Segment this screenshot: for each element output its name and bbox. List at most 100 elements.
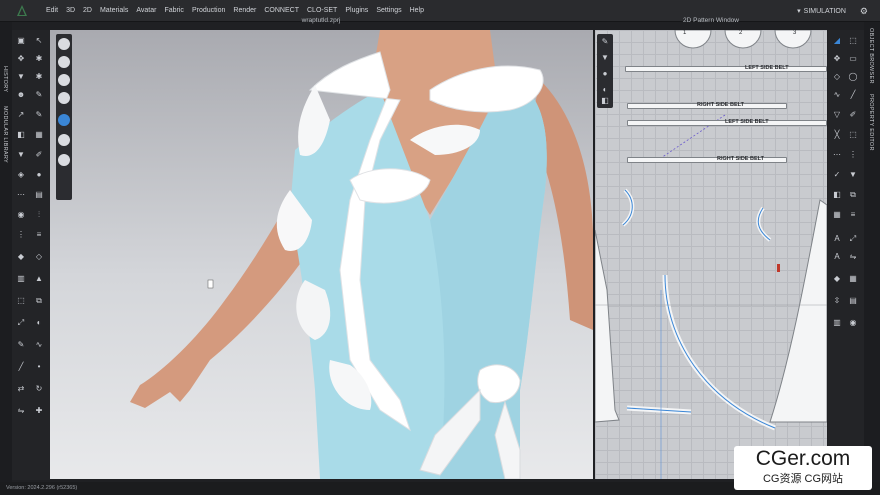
- piece-number: 2: [739, 30, 743, 36]
- piping-icon[interactable]: ≡: [34, 230, 44, 240]
- simulation-mode-dropdown[interactable]: ▾ SIMULATION: [797, 7, 846, 16]
- seam-icon[interactable]: ≡: [848, 210, 858, 220]
- view-icon[interactable]: [58, 56, 70, 68]
- brush-icon[interactable]: ✐: [34, 150, 44, 160]
- pen-view-icon[interactable]: [58, 114, 70, 126]
- grade-icon[interactable]: ▦: [832, 210, 842, 220]
- button-tool-icon[interactable]: ◉: [16, 210, 26, 220]
- sphere-icon[interactable]: ●: [34, 170, 44, 180]
- move-icon[interactable]: ✥: [16, 54, 26, 64]
- measure-icon[interactable]: ⤢: [848, 234, 858, 244]
- fabric-icon[interactable]: ▣: [16, 36, 26, 46]
- trace-icon[interactable]: ⬚: [848, 130, 858, 140]
- chevron-down-icon: ▾: [797, 8, 801, 15]
- fabric-view-icon[interactable]: [58, 92, 70, 104]
- gear-icon[interactable]: ⚙: [860, 6, 868, 17]
- shape-icon[interactable]: ◐: [34, 318, 44, 328]
- edit-icon[interactable]: ✐: [848, 110, 858, 120]
- 3d-viewport[interactable]: [50, 30, 593, 479]
- sphere-view-icon[interactable]: [58, 154, 70, 166]
- trim-icon[interactable]: ◇: [34, 252, 44, 262]
- select-icon[interactable]: ◢: [832, 36, 842, 46]
- button-tool-icon[interactable]: ◉: [848, 318, 858, 328]
- select-icon[interactable]: ↖: [34, 36, 44, 46]
- curve-icon[interactable]: ∿: [832, 90, 842, 100]
- shirt-view-icon[interactable]: ▼: [600, 53, 610, 63]
- line-icon[interactable]: ╱: [16, 362, 26, 372]
- watermark-main: CGer.com: [755, 447, 851, 470]
- symmetry-icon[interactable]: ⇋: [848, 252, 858, 262]
- text-icon[interactable]: A: [832, 252, 842, 262]
- rotate-icon[interactable]: ↻: [34, 384, 44, 394]
- layer-view-icon[interactable]: ◧: [600, 96, 610, 106]
- point-icon[interactable]: •: [34, 362, 44, 372]
- transform-icon[interactable]: ⬚: [848, 36, 858, 46]
- transform-icon[interactable]: ⬚: [16, 296, 26, 306]
- pen-icon[interactable]: ✎: [34, 110, 44, 120]
- watermark-sub: CG资源 CG网站: [762, 473, 844, 485]
- fold-icon[interactable]: ✱: [34, 72, 44, 82]
- polygon-icon[interactable]: ◇: [832, 72, 842, 82]
- left-toolbar: ▣ ↖ ✥ ✱ ▼ ✱ ☻ ✎ ↗ ✎ ◧ ▦ ▼ ✐ ◈ ● ⋯ ▤ ◉ ⫶ …: [12, 30, 50, 480]
- measure-icon[interactable]: ✎: [34, 90, 44, 100]
- clone-icon[interactable]: ⧉: [34, 296, 44, 306]
- ruler-icon[interactable]: ▥: [832, 318, 842, 328]
- shirt-view-icon[interactable]: [58, 74, 70, 86]
- sphere-view-icon[interactable]: ●: [600, 69, 610, 79]
- camera-icon[interactable]: [58, 38, 70, 50]
- edit-icon[interactable]: ✎: [16, 340, 26, 350]
- marker-icon[interactable]: ▲: [34, 274, 44, 284]
- 2d-pattern-window[interactable]: 1 2 3 LEFT SIDE BELT RIGHT SIDE BELT LEF…: [595, 30, 827, 479]
- text-annotation-icon[interactable]: A: [832, 234, 842, 244]
- sew-icon[interactable]: ⋯: [832, 150, 842, 160]
- free-sew-icon[interactable]: ⋮: [848, 150, 858, 160]
- fit-icon[interactable]: ⤢: [16, 318, 26, 328]
- stitch-icon[interactable]: ⋮: [16, 230, 26, 240]
- texture-icon[interactable]: ▤: [34, 190, 44, 200]
- grid-icon[interactable]: ▦: [34, 130, 44, 140]
- check-sew-icon[interactable]: ✓: [832, 170, 842, 180]
- avatar-icon[interactable]: ☻: [16, 90, 26, 100]
- garment-icon[interactable]: ▼: [16, 72, 26, 82]
- avatar-view-icon[interactable]: [58, 134, 70, 146]
- belt-piece[interactable]: [625, 66, 827, 72]
- texture-icon[interactable]: ▤: [848, 296, 858, 306]
- zip-icon[interactable]: ⫶: [34, 210, 44, 220]
- weld-icon[interactable]: ✚: [34, 406, 44, 416]
- ruler-icon[interactable]: ▥: [16, 274, 26, 284]
- arrange-icon[interactable]: ⇄: [16, 384, 26, 394]
- fabric-view-icon[interactable]: ◐: [600, 85, 610, 95]
- shirt-icon[interactable]: ▼: [848, 170, 858, 180]
- tab-property-editor[interactable]: PROPERTY EDITOR: [868, 94, 874, 151]
- layer-icon[interactable]: ◧: [16, 130, 26, 140]
- fold-icon[interactable]: ⇳: [832, 296, 842, 306]
- point-icon[interactable]: ✥: [832, 54, 842, 64]
- tab-modular-library[interactable]: MODULAR LIBRARY: [2, 106, 8, 163]
- clone-icon[interactable]: ⧉: [848, 190, 858, 200]
- belt-label: RIGHT SIDE BELT: [717, 156, 764, 162]
- belt-label: LEFT SIDE BELT: [745, 65, 789, 71]
- layer-icon[interactable]: ◧: [832, 190, 842, 200]
- mirror-icon[interactable]: ⇋: [16, 406, 26, 416]
- line-icon[interactable]: ╱: [848, 90, 858, 100]
- tab-object-browser[interactable]: OBJECT BROWSER: [868, 28, 874, 84]
- pattern-window-title: 2D Pattern Window: [683, 17, 739, 24]
- shirt-icon[interactable]: ▼: [16, 150, 26, 160]
- sew-icon[interactable]: ⋯: [16, 190, 26, 200]
- circle-icon[interactable]: ◯: [848, 72, 858, 82]
- curve-icon[interactable]: ∿: [34, 340, 44, 350]
- grid-icon[interactable]: ▦: [848, 274, 858, 284]
- pen-icon[interactable]: ✎: [600, 37, 610, 47]
- tag-icon[interactable]: ◆: [16, 252, 26, 262]
- rect-icon[interactable]: ▭: [848, 54, 858, 64]
- cube-icon[interactable]: ◈: [16, 170, 26, 180]
- notch-icon[interactable]: ◆: [832, 274, 842, 284]
- right-toolbar: ◢ ⬚ ✥ ▭ ◇ ◯ ∿ ╱ ▽ ✐ ╳ ⬚ ⋯ ⋮ ✓ ▼ ◧ ⧉ ▦ ≡ …: [828, 30, 864, 480]
- tape-icon[interactable]: ↗: [16, 110, 26, 120]
- dart-icon[interactable]: ▽: [832, 110, 842, 120]
- pin-icon[interactable]: ✱: [34, 54, 44, 64]
- left-tab-strip: HISTORY MODULAR LIBRARY: [0, 22, 12, 482]
- tab-history[interactable]: HISTORY: [2, 66, 8, 92]
- internal-line-icon[interactable]: ╳: [832, 130, 842, 140]
- viewport-toolbar: [56, 34, 72, 200]
